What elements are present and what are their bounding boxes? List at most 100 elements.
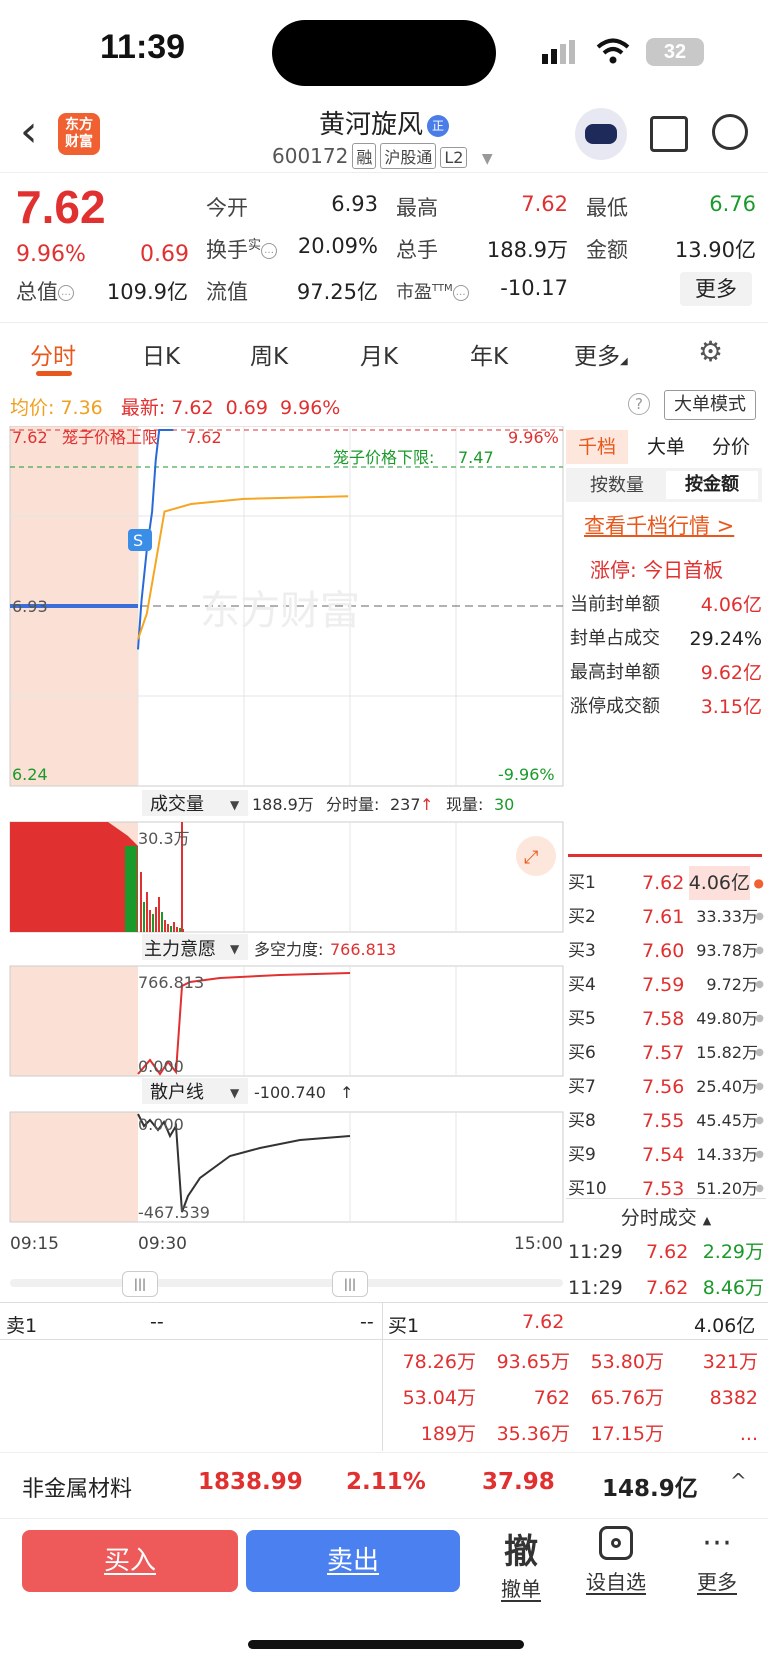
bid-level-row[interactable]: 买3 7.60 93.78万 ● (568, 934, 764, 968)
volume-bar (140, 872, 142, 932)
volume-bar (143, 902, 145, 932)
volume-bar (170, 926, 172, 932)
add-watchlist-button[interactable]: 设自选 (576, 1526, 656, 1595)
stock-code-row[interactable]: 600172 融沪股通 L2 ▼ (272, 143, 493, 169)
subtab-by-count[interactable]: 按数量 (572, 472, 662, 500)
bid-level-row[interactable]: 买8 7.55 45.45万 ● (568, 1104, 764, 1138)
fen-trades-title[interactable]: 分时成交 ▲ (566, 1198, 766, 1230)
side-tab-fenjia[interactable]: 分价 (700, 430, 762, 464)
time-range-slider[interactable] (10, 1279, 563, 1287)
slider-handle-right[interactable]: ||| (332, 1271, 368, 1297)
queue-row: 53.04万 762 65.76万 8382 (402, 1387, 758, 1409)
queue-row: 189万 35.36万 17.15万... (420, 1423, 758, 1445)
big-order-mode-button[interactable]: 大单模式 (664, 390, 756, 420)
volume-bar (179, 928, 181, 932)
side-tabs: 千档 大单 分价 (566, 430, 766, 464)
fen-volume: 237 (390, 795, 421, 814)
seal-info: 当前封单额 4.06亿 封单占成交 29.24% 最高封单额 9.62亿 涨停成交额 3.15… (570, 588, 762, 724)
open-value: 6.93 (331, 192, 378, 216)
industry-chg: 37.98 (482, 1469, 555, 1495)
time-open: 09:30 (138, 1234, 187, 1254)
volume-value: 188.9万 (486, 238, 568, 262)
svg-text:⤢: ⤢ (524, 847, 539, 868)
avg-price-row: 均价: 7.36 最新: 7.62 0.69 9.96% (10, 397, 341, 419)
expand-up-icon: ^ (730, 1469, 747, 1493)
sanhu-indicator-label: 散户线 (150, 1082, 204, 1103)
cancel-order-button[interactable]: 撤 撤单 (488, 1524, 554, 1602)
bid-level-row[interactable]: 买7 7.56 25.40万 ● (568, 1070, 764, 1104)
info-icon: … (261, 243, 278, 259)
volume-bar (146, 892, 148, 932)
tab-intraday[interactable]: 分时 (30, 337, 76, 371)
search-icon[interactable] (712, 114, 748, 150)
tab-day-k[interactable]: 日K (142, 337, 180, 371)
float-label: 流值 (206, 280, 248, 304)
wifi-icon (596, 38, 630, 64)
volume-bar (161, 912, 163, 932)
queue-row: 78.26万 93.65万 53.80万 321万 (402, 1351, 758, 1373)
dynamic-island (272, 20, 496, 86)
bid-level-row[interactable]: 买1 7.62 4.06亿 ● (568, 866, 764, 900)
seal-row: 当前封单额 4.06亿 (570, 594, 762, 616)
side-tab-dadan[interactable]: 大单 (638, 430, 694, 464)
seal-row: 涨停成交额 3.15亿 (570, 696, 762, 718)
seal-row: 最高封单额 9.62亿 (570, 662, 762, 684)
industry-pct: 2.11% (346, 1469, 426, 1495)
svg-text:▼: ▼ (230, 1086, 240, 1100)
bid-level-row[interactable]: 买6 7.57 15.82万 ● (568, 1036, 764, 1070)
order-book-summary: 卖1 -- -- 买1 7.62 4.06亿 (0, 1302, 768, 1451)
settings-gear-icon[interactable]: ⚙ (698, 335, 723, 368)
share-icon[interactable] (650, 116, 688, 152)
side-tab-qiandang[interactable]: 千档 (566, 430, 628, 464)
industry-bar[interactable]: 非金属材料 1838.99 2.11% 37.98 148.9亿 ^ (0, 1452, 768, 1516)
status-time: 11:39 (100, 28, 186, 66)
tab-week-k[interactable]: 周K (250, 337, 288, 371)
bid-levels: 买1 7.62 4.06亿 ● 买2 7.61 33.33万 ● 买3 7.60 9… (568, 866, 764, 1206)
stock-code: 600172 (272, 144, 349, 168)
bid-level-row[interactable]: 买9 7.54 14.33万 ● (568, 1138, 764, 1172)
more-quote-button[interactable]: 更多 (680, 272, 752, 306)
mktcap-label[interactable]: 总值… (16, 276, 74, 306)
buy1-queue: 78.26万 93.65万 53.80万 321万 53.04万 762 65.76万 838… (388, 1344, 764, 1452)
home-indicator (248, 1640, 524, 1649)
industry-amount: 148.9亿 (602, 1476, 698, 1502)
limit-up-value: 7.62 (186, 428, 222, 447)
limit-up-status: 涨停: 今日首板 (590, 558, 724, 582)
watermark: 东方财富 (200, 588, 360, 634)
slider-handle-left[interactable]: ||| (122, 1271, 158, 1297)
info-icon: … (452, 285, 469, 301)
volume-bar (167, 924, 169, 932)
svg-text:多空力度:: 多空力度: (254, 940, 323, 959)
tab-more[interactable]: 更多◢ (574, 337, 628, 371)
active-tab-indicator (36, 371, 72, 376)
svg-text:S: S (133, 531, 143, 550)
change-pct: 9.96% (16, 242, 86, 267)
bid-level-row[interactable]: 买2 7.61 33.33万 ● (568, 900, 764, 934)
svg-text:↑: ↑ (420, 795, 433, 814)
volume-label: 总手 (396, 238, 438, 262)
tab-year-k[interactable]: 年K (470, 337, 508, 371)
tab-month-k[interactable]: 月K (360, 337, 398, 371)
bid-level-row[interactable]: 买5 7.58 49.80万 ● (568, 1002, 764, 1036)
intraday-charts[interactable]: 东方财富 S 7.62 笼子价格上限 7.62 9.96% 笼子价格下限: 7.… (0, 426, 566, 1266)
more-actions-button[interactable]: ⋯ 更多 (684, 1526, 750, 1595)
help-icon[interactable]: ? (628, 393, 650, 415)
view-qiandang-link[interactable]: 查看千档行情 > (584, 510, 734, 540)
buy-button[interactable]: 买入 (22, 1530, 238, 1592)
verified-badge: 正 (427, 114, 449, 137)
subtab-by-amount[interactable]: 按金额 (666, 471, 758, 499)
trade-row: 11:29 7.62 2.29万 (568, 1241, 764, 1263)
bid-level-row[interactable]: 买4 7.59 9.72万 ● (568, 968, 764, 1002)
svg-text:-467.539: -467.539 (138, 1203, 210, 1222)
industry-name: 非金属材料 (22, 1477, 133, 1502)
auction-volume-area (10, 822, 138, 932)
ai-assistant-icon[interactable] (575, 108, 627, 160)
volume-bar (149, 910, 151, 932)
pe-label[interactable]: 市盈TTM… (396, 278, 469, 304)
time-start: 09:15 (10, 1234, 59, 1254)
sell-button[interactable]: 卖出 (246, 1530, 460, 1592)
low-value: 6.76 (709, 192, 756, 216)
s-marker-icon: S (128, 529, 152, 551)
turnover-label[interactable]: 换手实… (206, 234, 278, 264)
volume-bar (173, 922, 175, 932)
